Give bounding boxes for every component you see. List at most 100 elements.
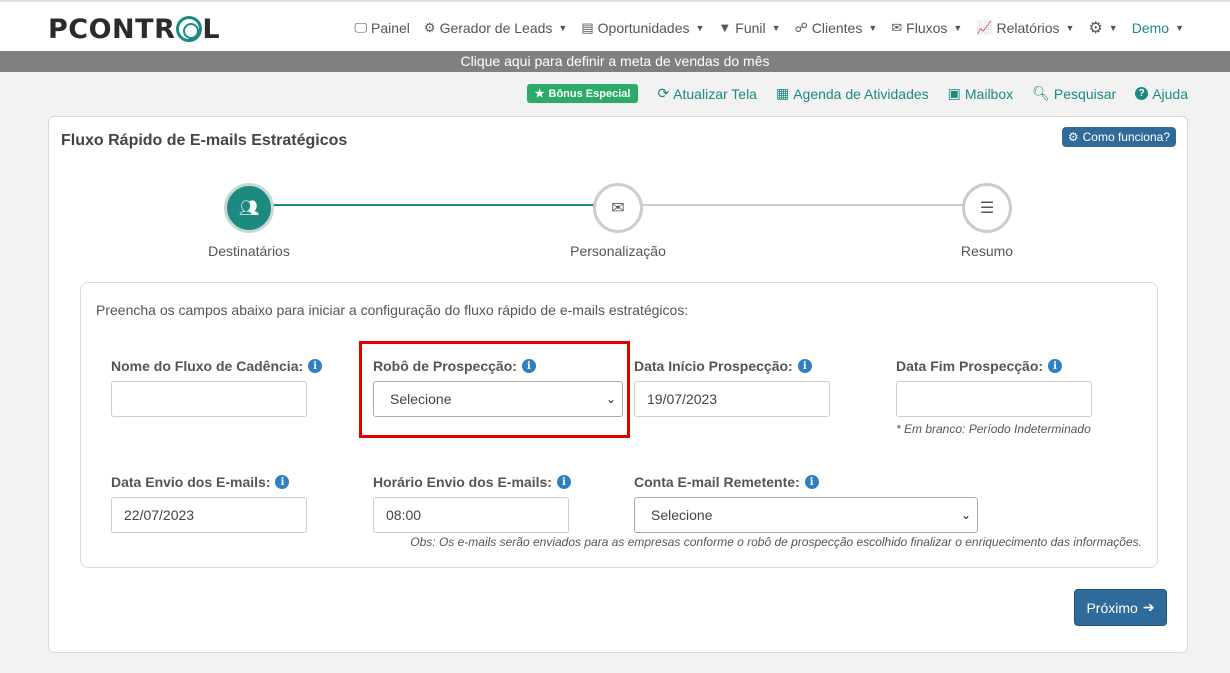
next-button[interactable]: Próximo ➔	[1074, 589, 1167, 626]
star-icon: ★	[534, 88, 545, 100]
send-date-input[interactable]: 22/07/2023	[111, 497, 307, 533]
nav-gerador-de-leads[interactable]: ⚙ Gerador de Leads ▼	[424, 20, 567, 36]
end-date-hint: * Em branco: Período Indeterminado	[896, 422, 1091, 436]
nav-label: Fluxos	[906, 19, 948, 36]
bonus-button[interactable]: ★ Bônus Especial	[526, 84, 639, 103]
bonus-label: Bônus Especial	[548, 87, 631, 100]
nav-funil[interactable]: ▼ Funil ▼	[718, 20, 780, 36]
nav-label: Funil	[735, 19, 766, 36]
caret-down-icon: ▼	[558, 22, 568, 33]
caret-down-icon: ▼	[1175, 22, 1184, 33]
nav-oportunidades[interactable]: ▤ Oportunidades ▼	[581, 20, 704, 36]
pcontrol-logo[interactable]: PCONTR L	[48, 13, 221, 45]
top-navbar: PCONTR L 🖵 Painel ⚙ Gerador de Leads ▼ ▤ Opor…	[0, 0, 1230, 51]
step-label-resumo: Resumo	[960, 243, 1014, 259]
caret-down-icon: ▼	[868, 22, 878, 33]
filter-icon: ▼	[718, 20, 732, 35]
info-icon[interactable]: i	[308, 359, 323, 373]
form-intro: Preencha os campos abaixo para iniciar a…	[96, 302, 689, 318]
monitor-icon: 🖵	[354, 19, 367, 35]
chart-line-icon: 📈	[976, 19, 993, 35]
step-destinatarios[interactable]: 👥︎	[224, 183, 274, 233]
nav-label: Clientes	[811, 19, 863, 36]
main-nav: 🖵 Painel ⚙ Gerador de Leads ▼ ▤ Oportunidade…	[354, 2, 1184, 53]
refresh-link[interactable]: ⟳ Atualizar Tela	[657, 85, 757, 102]
step-resumo[interactable]: ☰	[962, 183, 1012, 233]
nav-label: Demo	[1131, 19, 1170, 36]
handshake-icon: ☍	[794, 19, 808, 35]
start-date-input[interactable]: 19/07/2023	[634, 381, 830, 417]
label-text: Conta E-mail Remetente:	[634, 474, 800, 490]
robot-icon: ⚙	[423, 19, 436, 35]
refresh-label: Atualizar Tela	[673, 85, 757, 102]
nav-painel[interactable]: 🖵 Painel	[354, 20, 409, 36]
question-circle-icon: ?	[1135, 87, 1149, 100]
nav-clientes[interactable]: ☍ Clientes ▼	[795, 20, 878, 36]
calendar-icon: ▦	[775, 85, 790, 101]
caret-down-icon: ▼	[695, 22, 705, 33]
envelope-icon: ✉	[611, 200, 625, 217]
nav-relatorios[interactable]: 📈 Relatórios ▼	[976, 20, 1074, 36]
next-label: Próximo	[1086, 599, 1138, 616]
info-icon[interactable]: i	[804, 475, 819, 489]
info-icon[interactable]: i	[1048, 359, 1063, 373]
how-it-works-button[interactable]: ⚙ Como funciona?	[1061, 127, 1176, 147]
send-time-label: Horário Envio dos E-mails: i	[373, 474, 571, 490]
search-icon: 🔍︎	[1032, 85, 1050, 101]
quick-toolbar: ★ Bônus Especial ⟳ Atualizar Tela ▦ Agenda …	[526, 84, 1188, 103]
nav-fluxos[interactable]: ✉ Fluxos ▼	[891, 20, 962, 36]
nav-label: Relatórios	[996, 19, 1060, 36]
start-date-label: Data Início Prospecção: i	[634, 358, 812, 374]
robot-select[interactable]: Selecione ⌄	[373, 381, 623, 417]
users-icon: 👥︎	[238, 200, 260, 217]
label-text: Horário Envio dos E-mails:	[373, 474, 552, 490]
agenda-label: Agenda de Atividades	[793, 85, 929, 102]
logo-text-end: L	[202, 13, 221, 45]
caret-down-icon: ▼	[1065, 22, 1075, 33]
form-panel: Preencha os campos abaixo para iniciar a…	[80, 282, 1158, 568]
sender-label: Conta E-mail Remetente: i	[634, 474, 819, 490]
send-time-input[interactable]: 08:00	[373, 497, 569, 533]
page-title: Fluxo Rápido de E-mails Estratégicos	[61, 132, 348, 149]
step-label-personalizacao: Personalização	[570, 243, 666, 259]
refresh-icon: ⟳	[657, 85, 670, 101]
gear-icon: ⚙	[1067, 130, 1079, 144]
arrow-right-icon: ➔	[1142, 599, 1155, 615]
info-icon[interactable]: i	[275, 475, 290, 489]
label-text: Data Envio dos E-mails:	[111, 474, 271, 490]
logo-target-icon	[176, 16, 203, 42]
inbox-icon: ▣	[947, 85, 961, 101]
label-text: Data Início Prospecção:	[634, 358, 793, 374]
robot-label: Robô de Prospecção: i	[373, 358, 536, 374]
help-link[interactable]: ? Ajuda	[1135, 86, 1188, 102]
select-value: Selecione	[390, 391, 452, 407]
nav-label: Painel	[370, 19, 410, 36]
nav-label: Oportunidades	[597, 19, 690, 36]
caret-down-icon: ▼	[1108, 22, 1118, 33]
send-date-label: Data Envio dos E-mails: i	[111, 474, 290, 490]
envelope-icon: ✉	[891, 19, 903, 35]
label-text: Robô de Prospecção:	[373, 358, 517, 374]
step-connector-1	[273, 204, 595, 206]
logo-text: PCONTR	[48, 13, 176, 45]
mailbox-link[interactable]: ▣ Mailbox	[948, 85, 1013, 102]
flow-name-input[interactable]	[111, 381, 307, 417]
sales-goal-bar[interactable]: Clique aqui para definir a meta de venda…	[0, 51, 1230, 72]
step-personalizacao[interactable]: ✉	[593, 183, 643, 233]
label-text: Data Fim Prospecção:	[896, 358, 1044, 374]
how-it-works-label: Como funciona?	[1082, 130, 1170, 144]
info-icon[interactable]: i	[797, 359, 812, 373]
clipboard-icon: ▤	[581, 19, 594, 35]
sender-select[interactable]: Selecione ⌄	[634, 497, 978, 533]
info-icon[interactable]: i	[521, 359, 536, 373]
caret-down-icon: ▼	[771, 22, 781, 33]
end-date-label: Data Fim Prospecção: i	[896, 358, 1063, 374]
nav-settings[interactable]: ⚙ ▼	[1088, 18, 1117, 38]
label-text: Nome do Fluxo de Cadência:	[111, 358, 304, 374]
list-icon: ☰	[979, 200, 995, 217]
search-link[interactable]: 🔍︎ Pesquisar	[1032, 85, 1116, 102]
nav-user-demo[interactable]: Demo ▼	[1132, 20, 1184, 36]
info-icon[interactable]: i	[556, 475, 571, 489]
agenda-link[interactable]: ▦ Agenda de Atividades	[776, 85, 929, 102]
end-date-input[interactable]	[896, 381, 1092, 417]
